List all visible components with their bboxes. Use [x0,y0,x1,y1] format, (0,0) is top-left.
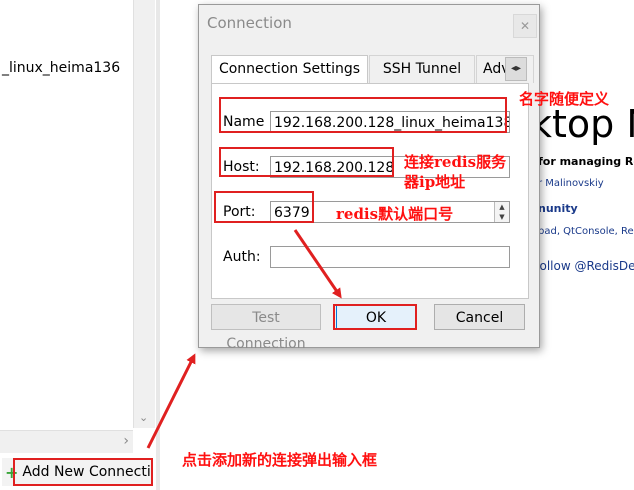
arrow-to-dialog [146,353,196,449]
arrow-to-ok [293,229,342,299]
annotation-arrows [146,229,342,449]
